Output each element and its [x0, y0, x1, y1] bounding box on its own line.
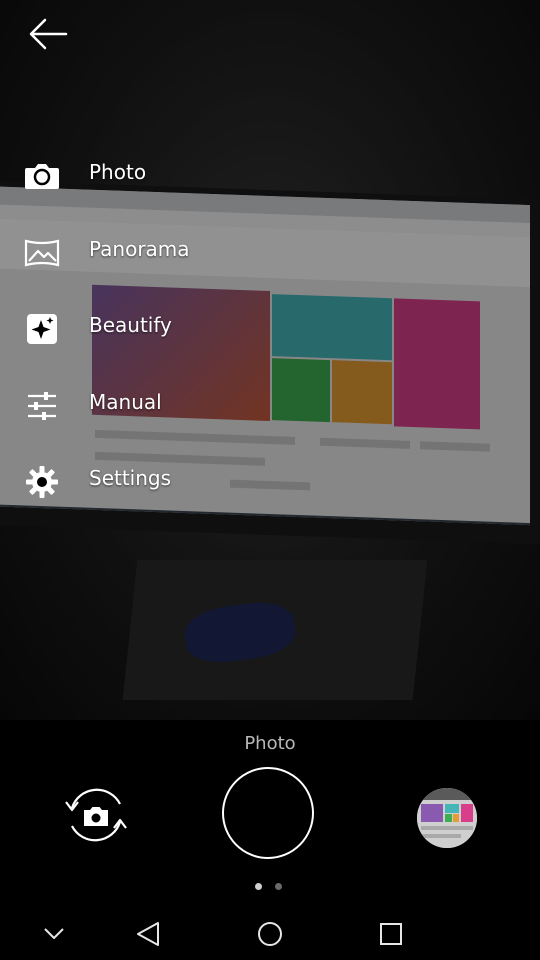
shutter-button[interactable]	[222, 767, 314, 859]
mode-item-settings[interactable]: Settings	[0, 454, 300, 510]
home-circle-icon	[258, 922, 282, 946]
mode-item-manual[interactable]: Manual	[0, 378, 300, 434]
system-navigation-bar	[0, 905, 540, 960]
switch-camera-button[interactable]	[58, 780, 134, 850]
beautify-sparkle-icon	[27, 314, 57, 344]
switch-camera-icon	[65, 788, 127, 842]
panorama-icon	[24, 239, 60, 267]
nav-recents-button[interactable]	[371, 913, 411, 953]
page-dot	[275, 883, 282, 890]
gear-icon	[26, 466, 58, 498]
page-dot-active	[255, 883, 262, 890]
gallery-thumbnail[interactable]	[417, 788, 477, 848]
nav-hide-button[interactable]	[34, 913, 74, 953]
mode-item-label: Settings	[89, 466, 172, 490]
mode-item-label: Photo	[89, 160, 147, 184]
chevron-down-icon	[44, 928, 64, 939]
gallery-thumbnail-image	[417, 788, 477, 848]
mode-page-indicator	[255, 883, 287, 891]
recents-square-icon	[380, 923, 402, 945]
mode-item-panorama[interactable]: Panorama	[0, 225, 300, 281]
back-arrow-icon	[29, 18, 68, 50]
mode-item-label: Manual	[89, 390, 162, 414]
nav-back-button[interactable]	[128, 913, 168, 953]
current-mode-label: Photo	[244, 733, 296, 754]
nav-home-button[interactable]	[250, 913, 290, 953]
mode-item-beautify[interactable]: Beautify	[0, 301, 300, 357]
mode-item-label: Beautify	[89, 313, 172, 337]
mode-item-label: Panorama	[89, 237, 190, 261]
mode-item-photo[interactable]: Photo	[0, 148, 300, 204]
sliders-icon	[28, 392, 56, 420]
camera-icon	[25, 164, 59, 189]
camera-viewfinder[interactable]	[0, 0, 540, 720]
menu-dim-overlay	[0, 0, 540, 720]
back-button[interactable]	[20, 12, 76, 56]
back-triangle-icon	[137, 922, 159, 946]
